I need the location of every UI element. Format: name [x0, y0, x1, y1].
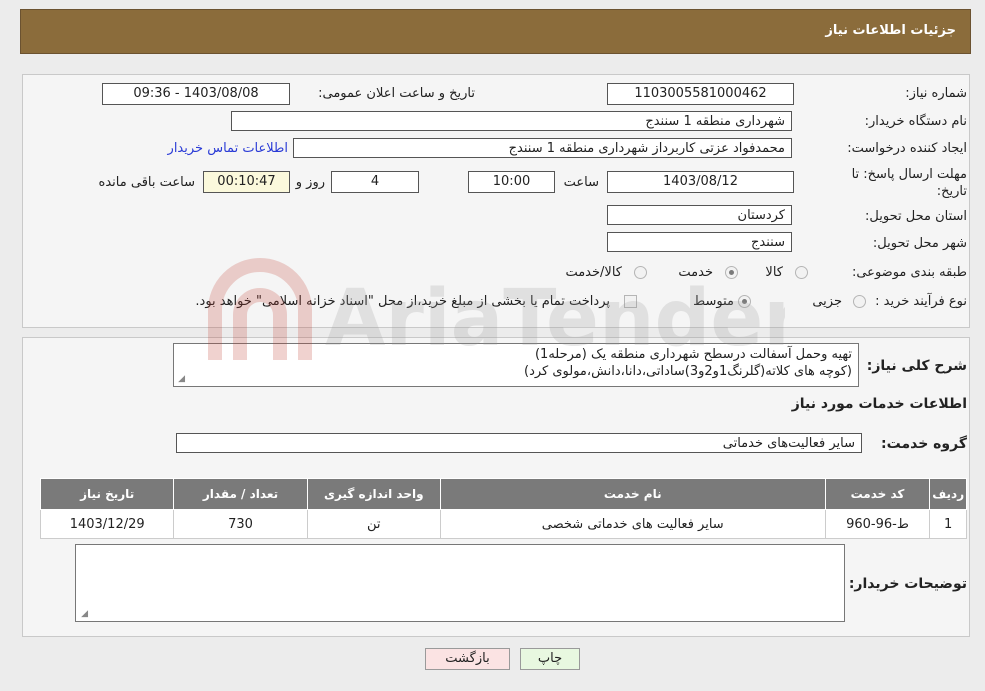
service-group-label: گروه خدمت:: [881, 436, 967, 452]
description-line-2: (کوچه های کلاته(گلرنگ1و2و3)ساداتی،دانا،د…: [524, 364, 852, 379]
resize-grip-icon[interactable]: ◢: [176, 375, 185, 384]
services-section-title: اطلاعات خدمات مورد نیاز: [791, 396, 967, 412]
category-service-label: خدمت: [678, 265, 713, 280]
province-label: استان محل تحویل:: [865, 209, 967, 224]
days-field: 4: [331, 171, 419, 193]
time-label: ساعت: [563, 175, 599, 190]
deadline-time-field: 10:00: [468, 171, 555, 193]
category-goods-radio[interactable]: [795, 266, 808, 279]
remaining-label: ساعت باقی مانده: [98, 175, 195, 190]
days-label: روز و: [295, 175, 325, 190]
notes-resize-grip-icon[interactable]: ◢: [79, 610, 88, 619]
cell-unit: تن: [306, 509, 441, 539]
category-goods-label: کالا: [765, 265, 783, 280]
cell-row: 1: [929, 509, 967, 539]
cell-qty: 730: [173, 509, 308, 539]
process-medium-label: متوسط: [693, 294, 734, 309]
category-service-radio[interactable]: [725, 266, 738, 279]
buyer-org-label: نام دستگاه خریدار:: [864, 114, 967, 129]
category-goods-service-label: کالا/خدمت: [565, 265, 622, 280]
category-goods-service-radio[interactable]: [634, 266, 647, 279]
need-number-label: شماره نیاز:: [905, 86, 967, 101]
services-table-header: ردیف کد خدمت نام خدمت واحد اندازه گیری ت…: [39, 478, 967, 510]
deadline-label: مهلت ارسال پاسخ: تا: [851, 167, 967, 182]
contact-buyer-link[interactable]: اطلاعات تماس خریدار: [168, 141, 288, 156]
creator-label: ایجاد کننده درخواست:: [847, 141, 967, 156]
service-group-field: سایر فعالیت‌های خدماتی: [176, 433, 862, 453]
deadline-label-2: تاریخ:: [936, 184, 967, 199]
page-header: جزئیات اطلاعات نیاز: [20, 9, 971, 54]
col-unit: واحد اندازه گیری: [306, 478, 441, 510]
description-label: شرح کلی نیاز:: [866, 358, 967, 374]
cell-name: سایر فعالیت های خدماتی شخصی: [439, 509, 826, 539]
table-row: 1 ط-96-960 سایر فعالیت های خدماتی شخصی ت…: [39, 509, 967, 539]
category-label: طبقه بندی موضوعی:: [851, 265, 967, 280]
page-title: جزئیات اطلاعات نیاز: [825, 23, 956, 38]
creator-field: محمدفواد عزتی کاربرداز شهرداری منطقه 1 س…: [293, 138, 792, 158]
process-minor-label: جزیی: [812, 294, 842, 309]
services-table: ردیف کد خدمت نام خدمت واحد اندازه گیری ت…: [39, 478, 967, 539]
remaining-time-field: 00:10:47: [203, 171, 290, 193]
need-number-field: 1103005581000462: [607, 83, 794, 105]
col-need-date: تاریخ نیاز: [39, 478, 175, 510]
treasury-payment-note: پرداخت تمام یا بخشی از مبلغ خرید،از محل …: [195, 294, 610, 309]
back-button[interactable]: بازگشت: [425, 648, 510, 670]
treasury-payment-checkbox[interactable]: [624, 295, 637, 308]
process-type-label: نوع فرآیند خرید :: [875, 294, 967, 309]
description-line-1: تهیه وحمل آسفالت درسطح شهرداری منطقه یک …: [534, 347, 852, 362]
province-field: کردستان: [607, 205, 792, 225]
city-label: شهر محل تحویل:: [872, 236, 967, 251]
cell-code: ط-96-960: [824, 509, 931, 539]
process-minor-radio[interactable]: [853, 295, 866, 308]
deadline-date-field: 1403/08/12: [607, 171, 794, 193]
announce-field: 1403/08/08 - 09:36: [102, 83, 290, 105]
buyer-notes-textarea[interactable]: [75, 544, 845, 622]
col-qty: تعداد / مقدار: [173, 478, 308, 510]
cell-need-date: 1403/12/29: [39, 509, 175, 539]
buyer-notes-label: توضیحات خریدار:: [848, 576, 967, 592]
description-textarea[interactable]: تهیه وحمل آسفالت درسطح شهرداری منطقه یک …: [173, 343, 859, 387]
announce-label: تاریخ و ساعت اعلان عمومی:: [318, 86, 475, 101]
city-field: سنندج: [607, 232, 792, 252]
buyer-org-field: شهرداری منطقه 1 سنندج: [231, 111, 792, 131]
process-medium-radio[interactable]: [738, 295, 751, 308]
col-code: کد خدمت: [824, 478, 931, 510]
col-row: ردیف: [929, 478, 967, 510]
col-name: نام خدمت: [439, 478, 826, 510]
print-button[interactable]: چاپ: [520, 648, 580, 670]
